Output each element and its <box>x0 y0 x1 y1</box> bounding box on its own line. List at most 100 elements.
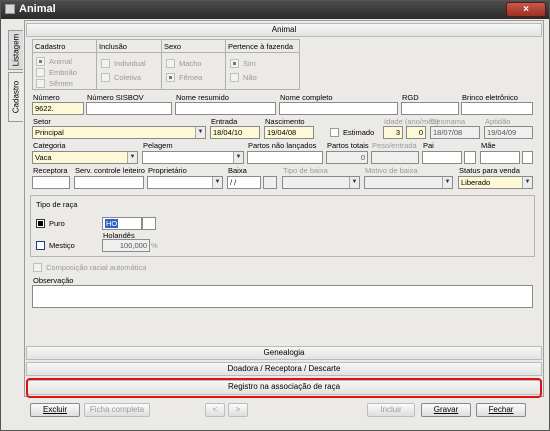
animal-option-label: Animal <box>49 57 72 66</box>
grid-divider <box>96 39 97 90</box>
entrada-input[interactable]: 18/04/10 <box>210 126 260 139</box>
status-venda-select[interactable]: Liberado ▼ <box>458 176 533 189</box>
chevron-down-icon[interactable]: ▼ <box>195 127 205 138</box>
nascimento-input[interactable]: 19/04/08 <box>264 126 314 139</box>
puro-code-value: HO <box>105 219 119 228</box>
receptora-input[interactable] <box>32 176 70 189</box>
nao-checkbox[interactable] <box>230 73 239 82</box>
prev-button[interactable]: < <box>205 403 225 417</box>
section-genealogia[interactable]: Genealogia <box>26 346 542 360</box>
holandes-percent-input[interactable]: 100,000 <box>102 239 150 252</box>
chevron-down-icon[interactable]: ▼ <box>127 152 137 163</box>
baixa-input[interactable]: / / <box>227 176 261 189</box>
numero-input[interactable]: 9622. <box>32 102 84 115</box>
idade-mes-input[interactable]: 0 <box>406 126 426 139</box>
tab-cadastro[interactable]: Cadastro <box>8 72 23 122</box>
puro-extra-input[interactable] <box>142 217 156 230</box>
sisbov-input[interactable] <box>86 102 172 115</box>
baixa-label: Baixa <box>228 166 247 175</box>
macho-checkbox[interactable] <box>166 59 175 68</box>
fechar-button[interactable]: Fechar <box>476 403 526 417</box>
mae-label: Mãe <box>481 141 496 150</box>
gravar-label: Gravar <box>433 405 459 414</box>
gravar-button[interactable]: Gravar <box>421 403 471 417</box>
pai-label: Pai <box>423 141 434 150</box>
motivo-baixa-select[interactable]: ▼ <box>364 176 453 189</box>
partos-totais-input[interactable]: 0 <box>326 151 368 164</box>
pelagem-label: Pelagem <box>143 141 173 150</box>
serv-controle-label: Serv. controle leiteiro <box>75 166 145 175</box>
setor-select[interactable]: Principal ▼ <box>32 126 206 139</box>
entrada-label: Entrada <box>211 117 238 126</box>
estimado-checkbox[interactable] <box>330 128 339 137</box>
estimado-label: Estimado <box>343 128 375 137</box>
next-button[interactable]: > <box>228 403 248 417</box>
chevron-down-icon[interactable]: ▼ <box>233 152 243 163</box>
cadastro-group-title: Cadastro <box>35 42 66 51</box>
chevron-down-icon[interactable]: ▼ <box>522 177 532 188</box>
excluir-button[interactable]: Excluir <box>30 403 80 417</box>
coletiva-checkbox[interactable] <box>101 73 110 82</box>
sim-checkbox[interactable] <box>230 59 239 68</box>
pertence-group-title: Pertence à fazenda <box>228 42 294 51</box>
individual-option-label: Individual <box>114 59 146 68</box>
partos-totais-label: Partos totais <box>327 141 369 150</box>
observacao-textarea[interactable] <box>32 285 533 308</box>
semen-option-label: Sêmen <box>49 79 73 88</box>
individual-checkbox[interactable] <box>101 59 110 68</box>
brinco-input[interactable] <box>461 102 533 115</box>
pai-extra-input[interactable] <box>464 151 476 164</box>
window-icon <box>5 4 15 14</box>
partos-nao-input[interactable] <box>247 151 323 164</box>
nome-completo-input[interactable] <box>279 102 398 115</box>
close-button[interactable]: × <box>506 2 546 17</box>
tipo-baixa-select[interactable]: ▼ <box>282 176 360 189</box>
coletiva-option-label: Coletiva <box>114 73 142 82</box>
chevron-down-icon[interactable]: ▼ <box>349 177 359 188</box>
partos-nao-label: Partos não lançados <box>248 141 317 150</box>
animal-checkbox[interactable] <box>36 57 45 66</box>
puro-radio[interactable] <box>36 219 45 228</box>
chevron-down-icon[interactable]: ▼ <box>212 177 222 188</box>
tab-listagem[interactable]: Listagem <box>8 30 23 70</box>
inclusao-group-title: Inclusão <box>99 42 127 51</box>
femea-option-label: Fêmea <box>179 73 203 82</box>
tipo-baixa-label: Tipo de baixa <box>283 166 328 175</box>
incluir-button[interactable]: Incluir <box>367 403 415 417</box>
observacao-label: Observação <box>33 276 74 285</box>
motivo-baixa-label: Motivo de baixa <box>365 166 418 175</box>
categoria-select[interactable]: Vaca ▼ <box>32 151 138 164</box>
desmama-input[interactable]: 18/07/08 <box>430 126 480 139</box>
pai-input[interactable] <box>422 151 462 164</box>
ficha-completa-button[interactable]: Ficha completa <box>84 403 150 417</box>
numero-label: Número <box>33 93 60 102</box>
composicao-checkbox[interactable] <box>33 263 42 272</box>
receptora-label: Receptora <box>33 166 68 175</box>
sexo-group-title: Sexo <box>164 42 182 51</box>
pelagem-select[interactable]: ▼ <box>142 151 244 164</box>
window-title: Animal <box>19 3 56 15</box>
puro-code-input[interactable]: HO <box>102 217 142 230</box>
embriao-option-label: Embrião <box>49 68 77 77</box>
nome-resumido-input[interactable] <box>175 102 276 115</box>
peso-entrada-input[interactable] <box>371 151 419 164</box>
serv-controle-input[interactable] <box>74 176 144 189</box>
embriao-checkbox[interactable] <box>36 68 45 77</box>
semen-checkbox[interactable] <box>36 79 45 88</box>
rgd-input[interactable] <box>401 102 459 115</box>
chevron-down-icon[interactable]: ▼ <box>442 177 452 188</box>
peso-entrada-label: Peso/entrada <box>372 141 417 150</box>
tipo-raca-title: Tipo de raça <box>36 200 78 209</box>
aptidao-input[interactable]: 19/04/09 <box>484 126 533 139</box>
nascimento-label: Nascimento <box>265 117 305 126</box>
proprietario-select[interactable]: ▼ <box>147 176 223 189</box>
idade-ano-input[interactable]: 3 <box>383 126 403 139</box>
baixa-extra-input[interactable] <box>263 176 277 189</box>
mae-input[interactable] <box>480 151 520 164</box>
femea-checkbox[interactable] <box>166 73 175 82</box>
section-doadora[interactable]: Doadora / Receptora / Descarte <box>26 362 542 376</box>
mestico-radio[interactable] <box>36 241 45 250</box>
tab-cadastro-label: Cadastro <box>11 80 21 114</box>
mae-extra-input[interactable] <box>522 151 533 164</box>
sim-option-label: Sim <box>243 59 256 68</box>
